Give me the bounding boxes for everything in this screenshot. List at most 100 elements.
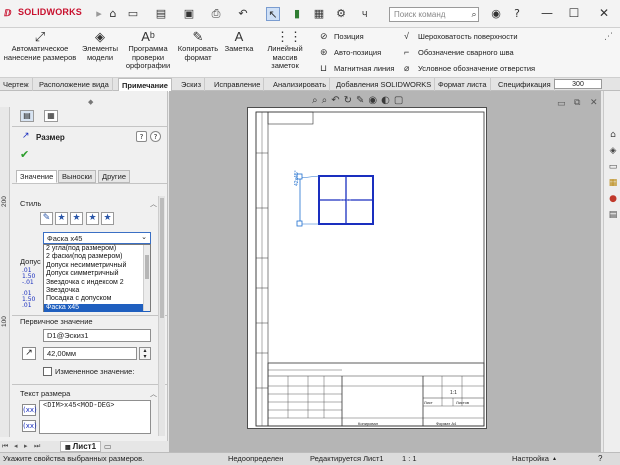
dim-text-field[interactable]: <DIM>x45<MOD-DEG> (39, 400, 151, 434)
panel-expand-icon[interactable]: ◆ (88, 98, 93, 106)
help-icon[interactable]: ? (510, 7, 524, 21)
tab-drawing[interactable]: Чертеж (0, 78, 33, 91)
canvas-restore-icon[interactable]: ⧉ (574, 98, 580, 108)
ok-checkmark-button[interactable]: ✔ (20, 148, 29, 161)
weld-symbol-button[interactable]: ⌐ Обозначение сварного шва (404, 47, 514, 57)
close-button[interactable]: ✕ (595, 4, 613, 22)
surface-finish-button[interactable]: √ Шероховатость поверхности (404, 31, 518, 41)
dimension-text-preview[interactable]: 42x45° (294, 170, 300, 186)
file-properties-icon[interactable]: ▦ (312, 7, 326, 21)
add-sheet-icon[interactable]: ▭ (104, 442, 112, 451)
style-option[interactable]: Допуск симметричный (44, 270, 150, 278)
dropdown-scrollbar[interactable] (143, 245, 150, 311)
override-checkbox[interactable] (43, 367, 52, 376)
load-style-icon[interactable]: ★ (101, 212, 114, 225)
style-dropdown-list[interactable]: 2 угла(под размером) 2 фаски(под размеро… (43, 244, 151, 313)
ribbon-more-icon[interactable]: ⋰ (604, 32, 613, 42)
primary-value-field[interactable]: 42,00мм (43, 347, 137, 360)
new-document-icon[interactable]: ▭ (126, 7, 140, 21)
style-option-selected[interactable]: Фаска х45 (44, 303, 150, 313)
previous-view-icon[interactable]: ↶ (331, 95, 343, 106)
custom-properties-icon[interactable]: ▤ (607, 209, 619, 221)
solidworks-logo[interactable]: ⅅ SOLIDWORKS (4, 7, 82, 18)
edit-appearance-icon[interactable]: ◐ (381, 95, 394, 106)
solidworks-resources-icon[interactable]: ⌂ (607, 129, 619, 141)
sheet-nav-prev-icon[interactable]: ◂ (14, 442, 18, 450)
tab-annotation[interactable]: Примечание (118, 78, 172, 92)
sheet-nav-next-icon[interactable]: ▸ (24, 442, 28, 450)
appearances-icon[interactable]: ● (607, 193, 619, 205)
linear-note-pattern-button[interactable]: ⋮⋮ Линейный массив заметок (258, 30, 312, 71)
status-scale[interactable]: 1 : 1 (402, 453, 417, 465)
sheet-nav-last-icon[interactable]: ⏭ (34, 442, 40, 451)
collapse-chevron-icon[interactable]: ︿ (150, 199, 157, 209)
property-manager-tab-icon[interactable]: ▦ (44, 110, 58, 122)
design-library-icon[interactable]: ◈ (607, 145, 619, 157)
auto-dimension-button[interactable]: ⤢ Автоматическое нанесение размеров (2, 30, 78, 62)
panel-scroll-thumb[interactable] (160, 198, 164, 318)
tab-sketch[interactable]: Эскиз (178, 78, 206, 91)
auto-balloon-button[interactable]: ⊛ Авто-позиция (320, 47, 381, 58)
quick-dropdown[interactable]: Ч (362, 10, 367, 19)
value-spinner[interactable]: ▴ ▾ (139, 347, 151, 360)
save-icon[interactable]: ▣ (182, 7, 196, 21)
sheet-tab-list1[interactable]: ▦ Лист1 (60, 441, 102, 452)
help-icon[interactable]: ? (150, 131, 161, 142)
style-select[interactable]: Фаска х45 ⌄ (43, 232, 151, 244)
balloon-button[interactable]: ⊘ Позиция (320, 31, 364, 42)
heads-up-toolbar[interactable]: ⌕⌕↶↻✎◉◐▢ (312, 95, 407, 106)
magnetic-line-button[interactable]: ⊔ Магнитная линия (320, 63, 394, 74)
expand-menu-icon[interactable]: ▸ (92, 7, 106, 21)
ruler-scale-field[interactable]: 300 (554, 79, 602, 89)
dim-text-top-icon[interactable]: (xx) (22, 404, 37, 416)
style-option[interactable]: Допуск несимметричный (44, 262, 150, 270)
tab-solidworks-addins[interactable]: Добавления SOLIDWORKS (333, 78, 436, 91)
model-items-button[interactable]: ◈ Элементы модели (80, 30, 120, 62)
canvas-close-icon[interactable]: ✕ (590, 98, 598, 108)
primary-ref-field[interactable]: D1@Эскиз1 (43, 329, 151, 342)
view-orientation-icon[interactable]: ▢ (394, 95, 407, 106)
home-icon[interactable]: ⌂ (106, 7, 120, 21)
tab-value[interactable]: Значение (16, 170, 58, 183)
options-gear-icon[interactable]: ⚙ (334, 7, 348, 21)
user-icon[interactable]: ◉ (489, 7, 503, 21)
style-option[interactable]: 2 фаски(под размером) (44, 253, 150, 261)
tab-sheet-format[interactable]: Формат листа (435, 78, 491, 91)
collapse-chevron-icon[interactable]: ︿ (150, 389, 157, 399)
zoom-area-icon[interactable]: ⌕ (322, 95, 332, 106)
print-icon[interactable]: ⎙ (209, 7, 223, 21)
hole-callout-button[interactable]: ⌀ Условное обозначение отверстия (404, 63, 535, 74)
spell-check-button[interactable]: Aᵇ Программа проверки орфографии (122, 30, 174, 71)
copy-format-button[interactable]: ✎ Копировать формат (176, 30, 220, 62)
whats-wrong-icon[interactable]: ? (136, 131, 147, 142)
tab-bom[interactable]: Спецификация (495, 78, 555, 91)
minimize-button[interactable]: — (538, 4, 556, 22)
save-style-icon[interactable]: ★ (86, 212, 99, 225)
scroll-thumb[interactable] (145, 255, 149, 279)
settings-dropdown-icon[interactable]: ▴ (553, 453, 556, 465)
open-folder-icon[interactable]: ▤ (154, 7, 168, 21)
panel-scrollbar[interactable] (158, 196, 165, 436)
sheet-nav-first-icon[interactable]: ⏮ (2, 442, 8, 451)
note-button[interactable]: A Заметка (222, 30, 256, 54)
add-style-icon[interactable]: ★ (55, 212, 68, 225)
status-help-icon[interactable]: ? (598, 453, 602, 465)
tab-leaders[interactable]: Выноски (58, 170, 96, 183)
dim-text-bottom-icon[interactable]: (xx) (22, 420, 37, 432)
style-option[interactable]: Посадка с допуском (44, 295, 150, 303)
file-explorer-icon[interactable]: ▭ (607, 161, 619, 173)
style-option[interactable]: 2 угла(под размером) (44, 245, 150, 253)
select-pointer-icon[interactable]: ↖ (266, 7, 280, 21)
tab-evaluate-fix[interactable]: Исправление (211, 78, 265, 91)
delete-style-icon[interactable]: ★ (70, 212, 83, 225)
undo-icon[interactable]: ↶ (236, 7, 250, 21)
maximize-button[interactable]: ☐ (565, 4, 583, 22)
search-icon[interactable]: ⌕ (467, 8, 481, 22)
tab-analyze[interactable]: Анализировать (270, 78, 331, 91)
hide-show-icon[interactable]: ◉ (368, 95, 381, 106)
search-input[interactable]: Поиск команд (389, 7, 479, 22)
rotate-icon[interactable]: ↻ (344, 95, 356, 106)
view-palette-icon[interactable]: ▦ (607, 177, 619, 189)
apply-style-icon[interactable]: ✎ (40, 212, 53, 225)
drawing-sheet[interactable]: 42x45° 1:1 Лист Листов Копировал Формат … (247, 107, 487, 429)
